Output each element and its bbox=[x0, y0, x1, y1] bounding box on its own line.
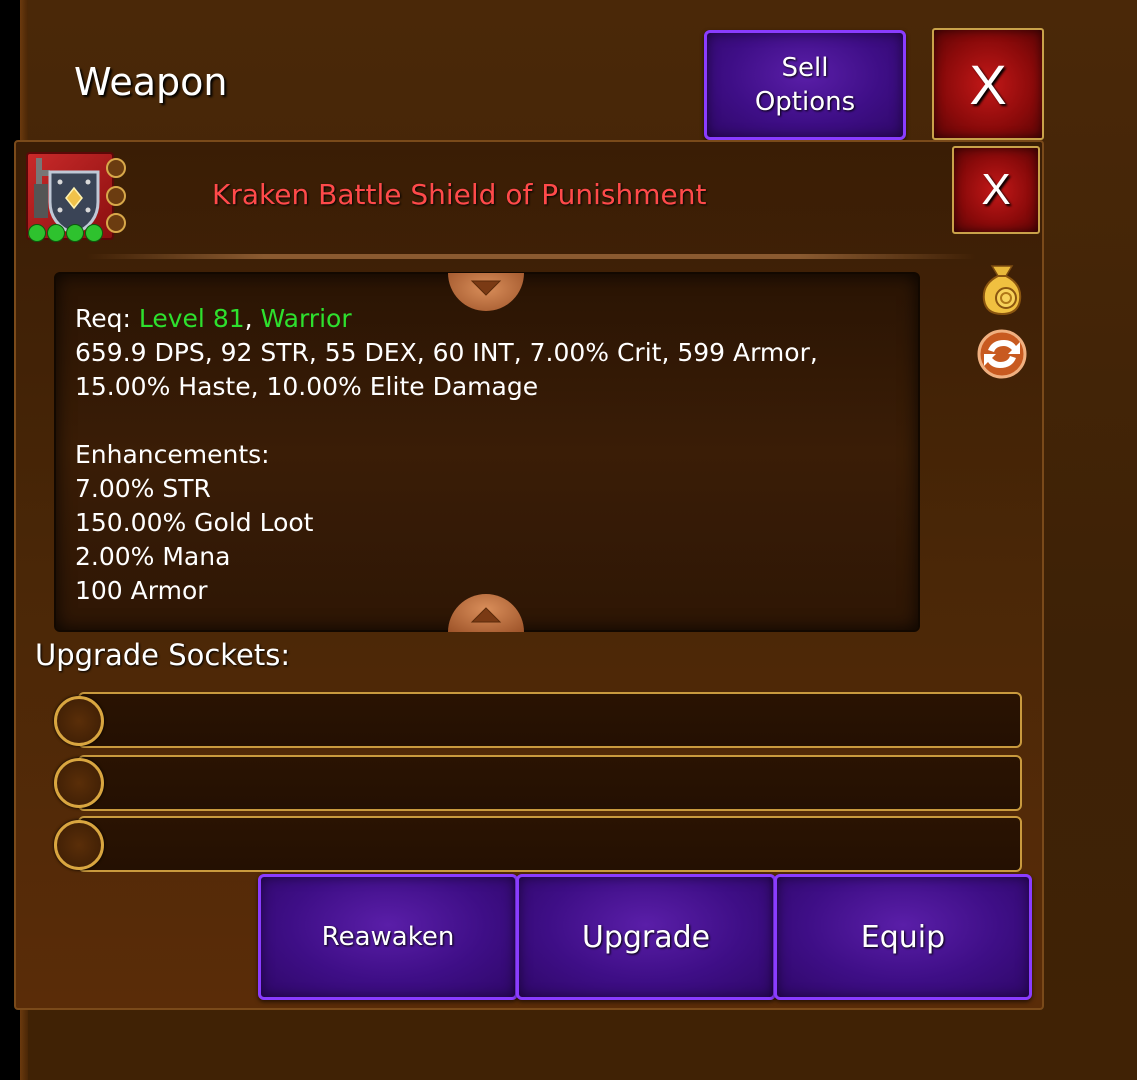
sell-options-button[interactable]: Sell Options bbox=[704, 30, 906, 140]
window-close-button[interactable]: X bbox=[932, 28, 1044, 140]
window-title: Weapon bbox=[74, 60, 228, 104]
socket-ring bbox=[54, 758, 104, 808]
gem-slot-2 bbox=[106, 186, 126, 206]
reawaken-button[interactable]: Reawaken bbox=[258, 874, 518, 1000]
chevron-up-icon bbox=[470, 607, 502, 623]
req-class: Warrior bbox=[260, 304, 352, 333]
equip-button[interactable]: Equip bbox=[774, 874, 1032, 1000]
enhancement-item: 2.00% Mana bbox=[75, 542, 231, 571]
item-close-button[interactable]: X bbox=[952, 146, 1040, 234]
enhancement-item: 100 Armor bbox=[75, 576, 208, 605]
rank-star bbox=[47, 224, 65, 242]
socket-ring bbox=[54, 820, 104, 870]
req-separator: , bbox=[244, 304, 261, 333]
rank-star bbox=[66, 224, 84, 242]
enhancement-item: 7.00% STR bbox=[75, 474, 211, 503]
upgrade-socket-bar[interactable] bbox=[78, 692, 1022, 748]
rank-star bbox=[85, 224, 103, 242]
item-name: Kraken Battle Shield of Punishment bbox=[212, 178, 707, 211]
divider bbox=[86, 254, 976, 259]
chevron-down-icon bbox=[470, 280, 502, 296]
refresh-button[interactable] bbox=[976, 328, 1027, 379]
req-label: Req: bbox=[75, 304, 139, 333]
upgrade-button[interactable]: Upgrade bbox=[516, 874, 776, 1000]
enhancements-title: Enhancements: bbox=[75, 440, 270, 469]
stats-line: 659.9 DPS, 92 STR, 55 DEX, 60 INT, 7.00%… bbox=[75, 338, 818, 367]
rank-star bbox=[28, 224, 46, 242]
gem-slot-1 bbox=[106, 158, 126, 178]
refresh-arrows-icon bbox=[977, 329, 1027, 379]
upgrade-sockets-label: Upgrade Sockets: bbox=[35, 638, 291, 672]
close-icon: X bbox=[981, 165, 1011, 214]
close-icon: X bbox=[969, 52, 1007, 116]
upgrade-socket-bar[interactable] bbox=[78, 816, 1022, 872]
enhancement-item: 150.00% Gold Loot bbox=[75, 508, 314, 537]
stats-line: 15.00% Haste, 10.00% Elite Damage bbox=[75, 372, 539, 401]
socket-ring bbox=[54, 696, 104, 746]
req-level: Level 81 bbox=[138, 304, 245, 333]
stats-text: Req: Level 81, Warrior 659.9 DPS, 92 STR… bbox=[75, 302, 818, 608]
gold-bag-icon bbox=[982, 265, 1022, 316]
gem-slot-3 bbox=[106, 213, 126, 233]
upgrade-socket-bar[interactable] bbox=[78, 755, 1022, 811]
gold-bag-button[interactable] bbox=[978, 262, 1022, 316]
requirements-line: Req: Level 81, Warrior bbox=[75, 302, 818, 336]
